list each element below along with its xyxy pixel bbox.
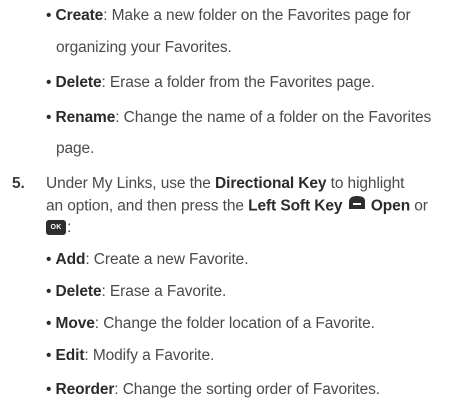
key-action: Open [370, 197, 411, 215]
option-description: page. [56, 140, 95, 157]
bullet: • [46, 7, 52, 24]
list-item: • Reorder: Change the sorting order of F… [46, 380, 380, 400]
step-5-number: 5. [12, 175, 25, 192]
bullet: • [46, 381, 52, 398]
option-term: Move [55, 315, 95, 332]
option-term: Create [55, 7, 104, 24]
option-term: Add [55, 251, 86, 268]
left-soft-key-icon [347, 195, 367, 216]
option-description: : Erase a folder from the Favorites page… [101, 74, 375, 91]
option-description: : Modify a Favorite. [84, 347, 215, 364]
step-text: Under My Links, use the [46, 175, 216, 192]
step-text: or [410, 197, 428, 215]
list-item: • Delete: Erase a folder from the Favori… [46, 73, 375, 93]
list-item: • Create: Make a new folder on the Favor… [46, 6, 411, 26]
option-description: : Change the folder location of a Favori… [94, 315, 375, 332]
option-term: Reorder [55, 381, 115, 398]
step-number: 5. [12, 174, 25, 194]
bullet: • [46, 109, 52, 126]
bullet: • [46, 251, 52, 268]
option-description: : Erase a Favorite. [101, 283, 227, 300]
list-item: • Move: Change the folder location of a … [46, 314, 375, 334]
bullet: • [46, 347, 52, 364]
list-item: • Add: Create a new Favorite. [46, 250, 249, 270]
option-term: Rename [55, 109, 116, 126]
option-description: : Create a new Favorite. [85, 251, 249, 268]
bullet: • [46, 283, 52, 300]
option-term: Edit [55, 347, 85, 364]
list-item: • Delete: Erase a Favorite. [46, 282, 226, 302]
ok-key-icon: OK [46, 220, 66, 235]
step-5-line-2: an option, and then press the Left Soft … [46, 196, 428, 217]
option-term: Delete [55, 74, 102, 91]
list-item: • Rename: Change the name of a folder on… [46, 108, 431, 128]
list-item: • Edit: Modify a Favorite. [46, 346, 214, 366]
step-text: to highlight [326, 175, 405, 192]
option-description: : Change the sorting order of Favorites. [114, 381, 380, 398]
option-description: : Change the name of a folder on the Fav… [115, 109, 432, 126]
step-text: an option, and then press the [46, 197, 249, 215]
step-text: : [67, 219, 72, 236]
bullet: • [46, 315, 52, 332]
option-term: Delete [55, 283, 102, 300]
list-item-continuation: organizing your Favorites. [56, 38, 232, 58]
step-5-line-3: OK : [46, 218, 86, 238]
option-description: : Make a new folder on the Favorites pag… [103, 7, 411, 24]
bullet: • [46, 74, 52, 91]
step-5-line-1: Under My Links, use the Directional Key … [46, 174, 404, 194]
option-description: organizing your Favorites. [56, 39, 232, 56]
manual-page: • Create: Make a new folder on the Favor… [0, 0, 473, 416]
list-item-continuation: page. [56, 139, 94, 159]
key-name: Directional Key [215, 175, 327, 192]
key-name: Left Soft Key [248, 197, 343, 215]
